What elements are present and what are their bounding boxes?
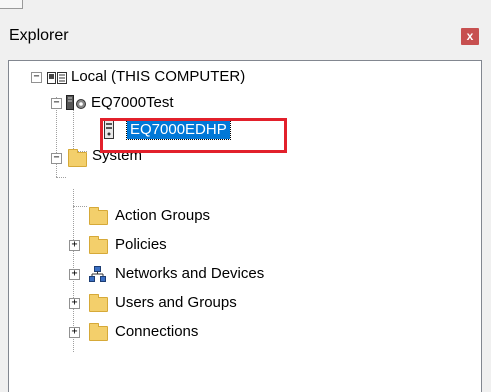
tree-connector — [56, 97, 57, 177]
close-icon: x — [466, 29, 474, 43]
folder-icon — [89, 236, 108, 254]
tree-node-label: Users and Groups — [115, 294, 237, 311]
folder-icon — [89, 207, 108, 225]
explorer-panel: Explorer x − Local (THIS COMPUTER) − EQ7… — [0, 20, 491, 392]
tree-connector — [73, 206, 87, 207]
tree-node-label: Connections — [115, 323, 199, 340]
panel-title: Explorer — [9, 27, 69, 44]
folder-icon — [89, 323, 108, 341]
collapse-toggle[interactable]: − — [31, 72, 42, 83]
network-icon — [89, 266, 106, 282]
tree-node-label: Local (THIS COMPUTER) — [71, 68, 246, 85]
tree-connector — [56, 177, 66, 178]
expand-toggle[interactable]: + — [69, 240, 80, 251]
expand-toggle[interactable]: + — [69, 298, 80, 309]
folder-icon — [89, 294, 108, 312]
collapse-toggle[interactable]: − — [51, 153, 62, 164]
tree-node-label: Networks and Devices — [115, 265, 265, 282]
tree-node-label: Policies — [115, 236, 167, 253]
partial-window-fragment — [0, 0, 23, 9]
folder-icon — [68, 149, 87, 167]
tree-node-label: Action Groups — [115, 207, 211, 224]
close-button[interactable]: x — [461, 28, 479, 45]
panel-header: Explorer x — [0, 20, 491, 54]
highlight-box — [100, 118, 287, 153]
computer-icon — [47, 71, 67, 84]
window-top-strip — [0, 0, 491, 20]
tree-node-label: EQ7000Test — [91, 94, 174, 111]
server-gear-icon — [66, 95, 88, 110]
expand-toggle[interactable]: + — [69, 269, 80, 280]
collapse-toggle[interactable]: − — [51, 98, 62, 109]
explorer-tree[interactable]: − Local (THIS COMPUTER) − EQ7000Test EQ7… — [8, 60, 482, 392]
tree-connector — [73, 108, 74, 151]
expand-toggle[interactable]: + — [69, 327, 80, 338]
